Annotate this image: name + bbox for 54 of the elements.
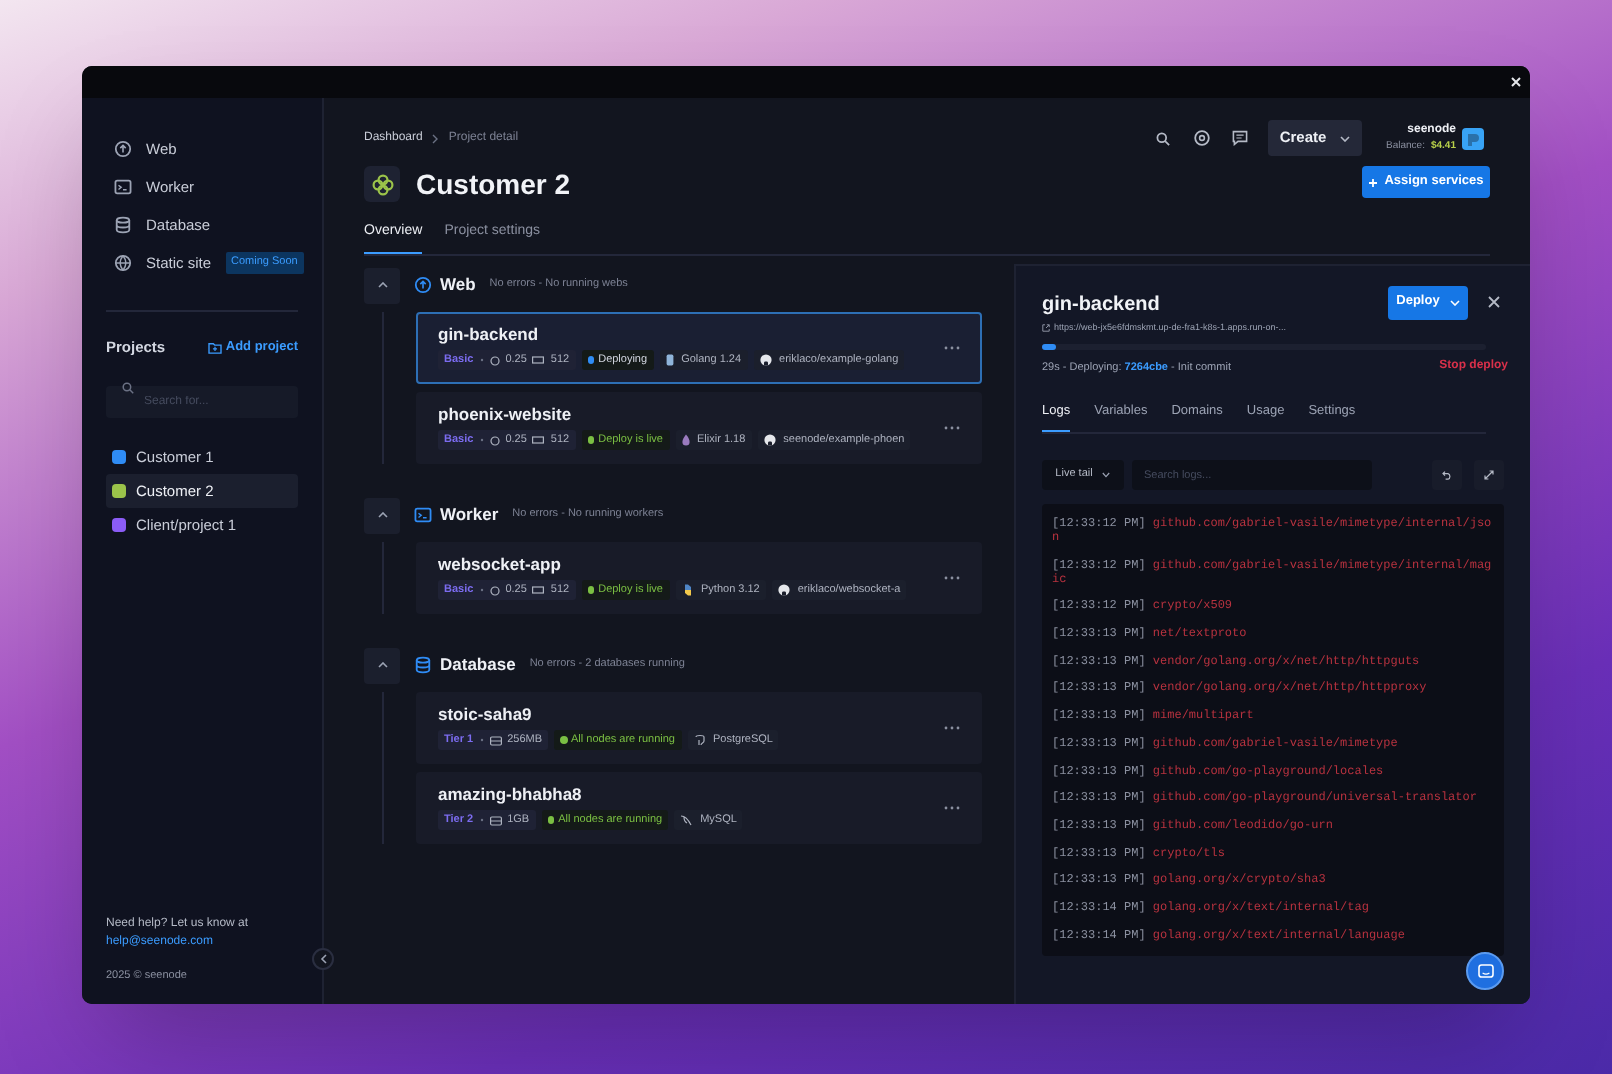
chevron-down-icon	[1340, 135, 1351, 141]
collapse-toggle[interactable]	[364, 267, 400, 303]
section-title: Web	[440, 272, 476, 298]
search-icon[interactable]	[1156, 131, 1171, 145]
collapse-sidebar-button[interactable]	[312, 948, 334, 970]
folder-plus-icon	[207, 341, 222, 354]
user-avatar-icon[interactable]	[1462, 127, 1484, 149]
globe-icon	[114, 254, 132, 272]
undo-icon	[1442, 470, 1452, 480]
chevron-down-icon	[1449, 299, 1460, 305]
chevron-right-icon	[432, 133, 439, 143]
memory-icon	[532, 586, 545, 594]
cpu-icon	[489, 435, 500, 445]
close-icon[interactable]	[1488, 296, 1500, 308]
message-icon[interactable]	[1232, 130, 1249, 146]
chevron-up-icon	[377, 282, 387, 288]
database-icon	[414, 656, 432, 674]
chevron-up-icon	[377, 512, 387, 518]
undo-button[interactable]	[1432, 460, 1462, 490]
globe-arrow-icon	[414, 276, 432, 294]
section-title: Worker	[440, 502, 499, 528]
cpu-icon	[489, 585, 500, 595]
help-icon[interactable]	[1194, 130, 1211, 146]
collapse-toggle[interactable]	[364, 497, 400, 533]
expand-icon	[1484, 470, 1494, 480]
disk-icon	[489, 815, 502, 825]
external-link-icon	[1042, 323, 1050, 332]
cpu-icon	[489, 355, 500, 365]
collapse-toggle[interactable]	[364, 647, 400, 683]
database-icon	[114, 216, 132, 234]
terminal-icon	[414, 506, 432, 524]
terminal-icon	[114, 178, 132, 196]
project-title: Customer 2	[416, 166, 571, 202]
service-name: amazing-bhabha8	[438, 784, 584, 804]
service-name: stoic-saha9	[438, 704, 534, 724]
chevron-up-icon	[377, 662, 387, 668]
search-icon	[122, 382, 134, 395]
disk-icon	[489, 735, 502, 745]
chevron-left-icon	[319, 954, 327, 964]
memory-icon	[532, 436, 545, 444]
service-name: websocket-app	[438, 554, 563, 574]
container-icon	[665, 354, 674, 366]
service-name: phoenix-website	[438, 404, 574, 424]
globe-arrow-icon	[114, 140, 132, 158]
section-title: Database	[440, 652, 516, 678]
plus-icon	[1368, 177, 1379, 187]
chevron-down-icon	[1102, 472, 1111, 478]
memory-icon	[532, 356, 545, 364]
expand-button[interactable]	[1474, 460, 1504, 490]
clover-icon	[371, 173, 393, 195]
drop-icon	[681, 434, 689, 446]
service-name: gin-backend	[438, 324, 541, 344]
service-title: gin-backend	[1042, 291, 1162, 317]
chat-icon	[1477, 963, 1493, 979]
